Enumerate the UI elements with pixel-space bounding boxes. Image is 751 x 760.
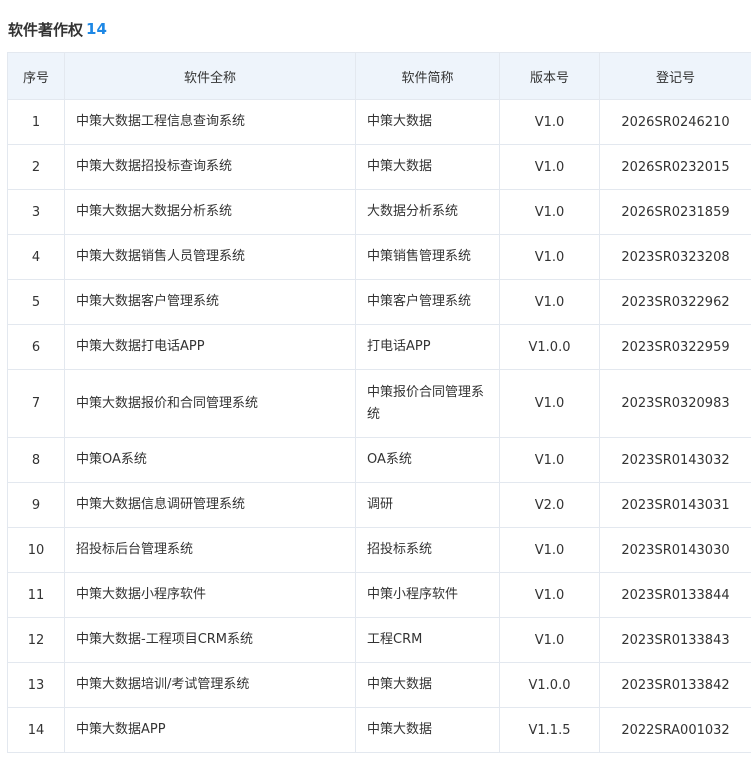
cell-no: 7 bbox=[7, 369, 65, 438]
cell-version: V1.1.5 bbox=[499, 707, 600, 753]
cell-reg-no: 2023SR0143030 bbox=[599, 527, 751, 573]
cell-short-name: 大数据分析系统 bbox=[355, 189, 500, 235]
cell-no: 14 bbox=[7, 707, 65, 753]
column-header-short-name: 软件简称 bbox=[355, 52, 500, 100]
table-header-row: 序号 软件全称 软件简称 版本号 登记号 bbox=[7, 52, 751, 100]
cell-version: V1.0 bbox=[499, 437, 600, 483]
cell-no: 4 bbox=[7, 234, 65, 280]
table-row: 5 中策大数据客户管理系统 中策客户管理系统 V1.0 2023SR032296… bbox=[7, 279, 751, 325]
cell-reg-no: 2023SR0133843 bbox=[599, 617, 751, 663]
cell-version: V1.0.0 bbox=[499, 662, 600, 708]
cell-version: V1.0 bbox=[499, 99, 600, 145]
cell-reg-no: 2023SR0133844 bbox=[599, 572, 751, 618]
cell-no: 12 bbox=[7, 617, 65, 663]
cell-version: V1.0 bbox=[499, 189, 600, 235]
section-header: 软件著作权 14 bbox=[8, 17, 107, 41]
table-row: 4 中策大数据销售人员管理系统 中策销售管理系统 V1.0 2023SR0323… bbox=[7, 234, 751, 280]
cell-version: V1.0 bbox=[499, 527, 600, 573]
cell-reg-no: 2023SR0322962 bbox=[599, 279, 751, 325]
cell-no: 8 bbox=[7, 437, 65, 483]
cell-short-name: 中策客户管理系统 bbox=[355, 279, 500, 325]
cell-no: 6 bbox=[7, 324, 65, 370]
cell-full-name: 中策大数据销售人员管理系统 bbox=[64, 234, 356, 280]
table-row: 12 中策大数据-工程项目CRM系统 工程CRM V1.0 2023SR0133… bbox=[7, 617, 751, 663]
cell-version: V1.0 bbox=[499, 279, 600, 325]
cell-short-name: 中策大数据 bbox=[355, 99, 500, 145]
cell-version: V1.0.0 bbox=[499, 324, 600, 370]
cell-short-name: 中策销售管理系统 bbox=[355, 234, 500, 280]
cell-no: 3 bbox=[7, 189, 65, 235]
column-header-full-name: 软件全称 bbox=[64, 52, 356, 100]
software-copyright-page: 软件著作权 14 序号 软件全称 软件简称 版本号 登记号 1 中策大数据工程信… bbox=[0, 0, 751, 760]
cell-no: 13 bbox=[7, 662, 65, 708]
cell-short-name: 中策小程序软件 bbox=[355, 572, 500, 618]
cell-version: V1.0 bbox=[499, 572, 600, 618]
cell-short-name: 中策报价合同管理系统 bbox=[355, 369, 500, 438]
table-row: 6 中策大数据打电话APP 打电话APP V1.0.0 2023SR032295… bbox=[7, 324, 751, 370]
cell-reg-no: 2026SR0231859 bbox=[599, 189, 751, 235]
cell-full-name: 中策大数据-工程项目CRM系统 bbox=[64, 617, 356, 663]
cell-no: 10 bbox=[7, 527, 65, 573]
column-header-reg-no: 登记号 bbox=[599, 52, 751, 100]
cell-reg-no: 2022SRA001032 bbox=[599, 707, 751, 753]
table-row: 8 中策OA系统 OA系统 V1.0 2023SR0143032 bbox=[7, 437, 751, 483]
cell-full-name: 中策大数据客户管理系统 bbox=[64, 279, 356, 325]
cell-no: 5 bbox=[7, 279, 65, 325]
cell-no: 11 bbox=[7, 572, 65, 618]
cell-no: 1 bbox=[7, 99, 65, 145]
cell-version: V1.0 bbox=[499, 144, 600, 190]
cell-short-name: 中策大数据 bbox=[355, 144, 500, 190]
cell-reg-no: 2026SR0246210 bbox=[599, 99, 751, 145]
cell-full-name: 中策大数据报价和合同管理系统 bbox=[64, 369, 356, 438]
cell-no: 9 bbox=[7, 482, 65, 528]
cell-full-name: 中策OA系统 bbox=[64, 437, 356, 483]
cell-full-name: 中策大数据APP bbox=[64, 707, 356, 753]
cell-short-name: 调研 bbox=[355, 482, 500, 528]
cell-short-name: 工程CRM bbox=[355, 617, 500, 663]
cell-reg-no: 2023SR0143032 bbox=[599, 437, 751, 483]
cell-reg-no: 2023SR0323208 bbox=[599, 234, 751, 280]
cell-version: V1.0 bbox=[499, 369, 600, 438]
table-row: 9 中策大数据信息调研管理系统 调研 V2.0 2023SR0143031 bbox=[7, 482, 751, 528]
cell-short-name: 中策大数据 bbox=[355, 662, 500, 708]
table-body: 1 中策大数据工程信息查询系统 中策大数据 V1.0 2026SR0246210… bbox=[7, 99, 751, 753]
table-row: 11 中策大数据小程序软件 中策小程序软件 V1.0 2023SR0133844 bbox=[7, 572, 751, 618]
cell-full-name: 招投标后台管理系统 bbox=[64, 527, 356, 573]
cell-full-name: 中策大数据培训/考试管理系统 bbox=[64, 662, 356, 708]
table-row: 13 中策大数据培训/考试管理系统 中策大数据 V1.0.0 2023SR013… bbox=[7, 662, 751, 708]
cell-short-name: 招投标系统 bbox=[355, 527, 500, 573]
cell-reg-no: 2023SR0322959 bbox=[599, 324, 751, 370]
cell-full-name: 中策大数据打电话APP bbox=[64, 324, 356, 370]
cell-reg-no: 2023SR0143031 bbox=[599, 482, 751, 528]
cell-version: V2.0 bbox=[499, 482, 600, 528]
table-row: 2 中策大数据招投标查询系统 中策大数据 V1.0 2026SR0232015 bbox=[7, 144, 751, 190]
cell-full-name: 中策大数据招投标查询系统 bbox=[64, 144, 356, 190]
table-row: 3 中策大数据大数据分析系统 大数据分析系统 V1.0 2026SR023185… bbox=[7, 189, 751, 235]
column-header-no: 序号 bbox=[7, 52, 65, 100]
cell-no: 2 bbox=[7, 144, 65, 190]
section-title: 软件著作权 bbox=[8, 20, 84, 39]
table-row: 1 中策大数据工程信息查询系统 中策大数据 V1.0 2026SR0246210 bbox=[7, 99, 751, 145]
cell-short-name: 打电话APP bbox=[355, 324, 500, 370]
section-count: 14 bbox=[86, 20, 107, 38]
cell-reg-no: 2023SR0320983 bbox=[599, 369, 751, 438]
cell-full-name: 中策大数据小程序软件 bbox=[64, 572, 356, 618]
cell-reg-no: 2026SR0232015 bbox=[599, 144, 751, 190]
cell-short-name: OA系统 bbox=[355, 437, 500, 483]
cell-full-name: 中策大数据信息调研管理系统 bbox=[64, 482, 356, 528]
table-row: 10 招投标后台管理系统 招投标系统 V1.0 2023SR0143030 bbox=[7, 527, 751, 573]
cell-short-name: 中策大数据 bbox=[355, 707, 500, 753]
column-header-version: 版本号 bbox=[499, 52, 600, 100]
cell-reg-no: 2023SR0133842 bbox=[599, 662, 751, 708]
cell-version: V1.0 bbox=[499, 234, 600, 280]
table-row: 7 中策大数据报价和合同管理系统 中策报价合同管理系统 V1.0 2023SR0… bbox=[7, 369, 751, 438]
software-copyright-table: 序号 软件全称 软件简称 版本号 登记号 1 中策大数据工程信息查询系统 中策大… bbox=[7, 52, 751, 753]
cell-version: V1.0 bbox=[499, 617, 600, 663]
cell-full-name: 中策大数据工程信息查询系统 bbox=[64, 99, 356, 145]
table-header: 序号 软件全称 软件简称 版本号 登记号 bbox=[7, 52, 751, 100]
table-row: 14 中策大数据APP 中策大数据 V1.1.5 2022SRA001032 bbox=[7, 707, 751, 753]
cell-full-name: 中策大数据大数据分析系统 bbox=[64, 189, 356, 235]
